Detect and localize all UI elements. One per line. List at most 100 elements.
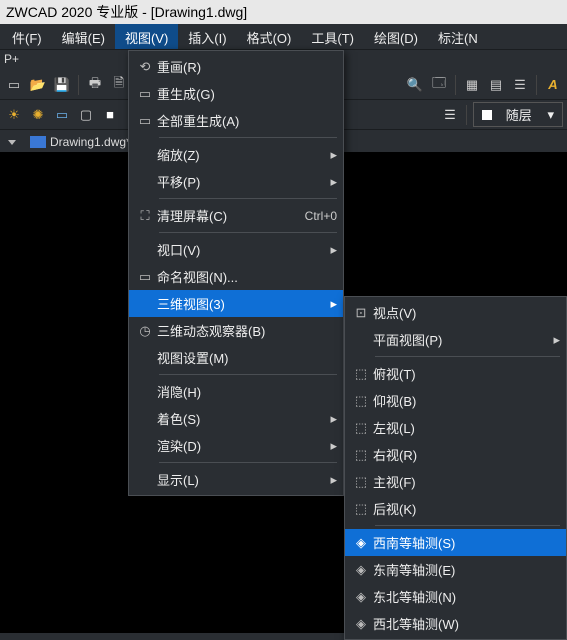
menu-file[interactable]: 件(F) <box>2 24 52 49</box>
iso-se-icon: ◈ <box>349 560 373 580</box>
menu-render[interactable]: 渲染(D) ▸ <box>129 432 343 459</box>
freeze-icon[interactable]: ▢ <box>76 105 96 125</box>
menu-regenall[interactable]: ▭ 全部重生成(A) <box>129 107 343 134</box>
print-icon[interactable]: 🖶 <box>85 75 105 95</box>
refresh-icon: ⟲ <box>133 57 157 77</box>
menu-cleanscreen[interactable]: ⛶ 清理屏幕(C) Ctrl+0 <box>129 202 343 229</box>
menu-display[interactable]: 显示(L) ▸ <box>129 466 343 493</box>
title-text: ZWCAD 2020 专业版 - [Drawing1.dwg] <box>6 4 247 20</box>
submenu-arrow-icon: ▸ <box>323 147 337 163</box>
menu-separator <box>159 374 337 375</box>
sun-icon[interactable]: ☀ <box>4 105 24 125</box>
menu-hide[interactable]: 消隐(H) <box>129 378 343 405</box>
viewpoint-icon: ⊡ <box>349 303 373 323</box>
3dviews-submenu: ⊡ 视点(V) 平面视图(P) ▸ ⬚ 俯视(T) ⬚ 仰视(B) ⬚ 左视(L… <box>344 296 567 640</box>
layer-dropdown-label: 随层 <box>506 105 532 124</box>
regen-icon: ▭ <box>133 84 157 104</box>
menu-tools[interactable]: 工具(T) <box>301 24 364 49</box>
menu-separator <box>375 525 560 526</box>
menu-separator <box>159 462 337 463</box>
menu-separator <box>375 356 560 357</box>
menu-sw-isometric[interactable]: ◈ 西南等轴测(S) <box>345 529 566 556</box>
separator <box>455 75 456 95</box>
layers-stack-icon[interactable]: ☰ <box>440 105 460 125</box>
menu-view[interactable]: 视图(V) <box>115 24 178 49</box>
cube-right-icon: ⬚ <box>349 445 373 465</box>
list-icon[interactable]: ☰ <box>510 75 530 95</box>
menu-bottomview[interactable]: ⬚ 仰视(B) <box>345 387 566 414</box>
menu-separator <box>159 232 337 233</box>
cube-back-icon: ⬚ <box>349 499 373 519</box>
submenu-arrow-icon: ▸ <box>323 411 337 427</box>
menu-planview[interactable]: 平面视图(P) ▸ <box>345 326 566 353</box>
iso-ne-icon: ◈ <box>349 587 373 607</box>
new-icon[interactable]: ▭ <box>4 75 24 95</box>
submenu-arrow-icon: ▸ <box>323 472 337 488</box>
menu-frontview[interactable]: ⬚ 主视(F) <box>345 468 566 495</box>
menu-redraw[interactable]: ⟲ 重画(R) <box>129 53 343 80</box>
submenu-arrow-icon: ▸ <box>323 296 337 312</box>
doc-tab-label: Drawing1.dwg* <box>50 135 131 149</box>
menu-se-isometric[interactable]: ◈ 东南等轴测(E) <box>345 556 566 583</box>
menu-separator <box>159 137 337 138</box>
menu-separator <box>159 198 337 199</box>
submenu-arrow-icon: ▸ <box>323 242 337 258</box>
expand-icon[interactable] <box>8 140 16 145</box>
ribbon-tab-pp[interactable]: P+ <box>4 52 19 66</box>
menu-draw[interactable]: 绘图(D) <box>364 24 428 49</box>
save-icon[interactable]: 💾 <box>52 75 72 95</box>
menu-backview[interactable]: ⬚ 后视(K) <box>345 495 566 522</box>
cube-front-icon: ⬚ <box>349 472 373 492</box>
menu-zoom[interactable]: 缩放(Z) ▸ <box>129 141 343 168</box>
menu-rightview[interactable]: ⬚ 右视(R) <box>345 441 566 468</box>
iso-sw-icon: ◈ <box>349 533 373 553</box>
dwg-icon <box>30 136 46 148</box>
orbit-icon: ◷ <box>133 321 157 341</box>
menu-topview[interactable]: ⬚ 俯视(T) <box>345 360 566 387</box>
menu-viewsettings[interactable]: 视图设置(M) <box>129 344 343 371</box>
menu-namedviews[interactable]: ▭ 命名视图(N)... <box>129 263 343 290</box>
menu-pan[interactable]: 平移(P) ▸ <box>129 168 343 195</box>
open-icon[interactable]: 📂 <box>28 75 48 95</box>
submenu-arrow-icon: ▸ <box>323 438 337 454</box>
separator <box>78 75 79 95</box>
layer-icon[interactable]: ▭ <box>52 105 72 125</box>
menu-bar: 件(F) 编辑(E) 视图(V) 插入(I) 格式(O) 工具(T) 绘图(D)… <box>0 24 567 50</box>
submenu-arrow-icon: ▸ <box>323 174 337 190</box>
expand-icon: ⛶ <box>133 206 157 226</box>
menu-viewports[interactable]: 视口(V) ▸ <box>129 236 343 263</box>
find-icon[interactable]: 🔍 <box>405 75 425 95</box>
menu-leftview[interactable]: ⬚ 左视(L) <box>345 414 566 441</box>
color-swatch-icon <box>482 110 492 120</box>
color-icon[interactable]: ■ <box>100 105 120 125</box>
tool-icon[interactable]: 🗔 <box>429 75 449 95</box>
separator <box>466 105 467 125</box>
namedview-icon: ▭ <box>133 267 157 287</box>
cube-top-icon: ⬚ <box>349 364 373 384</box>
menu-viewpoint[interactable]: ⊡ 视点(V) <box>345 299 566 326</box>
gear-icon[interactable]: ✺ <box>28 105 48 125</box>
title-bar: ZWCAD 2020 专业版 - [Drawing1.dwg] <box>0 0 567 24</box>
grid-icon[interactable]: ▤ <box>486 75 506 95</box>
document-tab[interactable]: Drawing1.dwg* <box>20 132 141 152</box>
cube-left-icon: ⬚ <box>349 418 373 438</box>
view-dropdown-menu: ⟲ 重画(R) ▭ 重生成(G) ▭ 全部重生成(A) 缩放(Z) ▸ 平移(P… <box>128 50 344 496</box>
layer-dropdown[interactable]: 随层 ▾ <box>473 102 563 127</box>
separator <box>536 75 537 95</box>
regenall-icon: ▭ <box>133 111 157 131</box>
menu-format[interactable]: 格式(O) <box>237 24 302 49</box>
submenu-arrow-icon: ▸ <box>546 332 560 348</box>
window-icon[interactable]: ▦ <box>462 75 482 95</box>
menu-shade[interactable]: 着色(S) ▸ <box>129 405 343 432</box>
text-style-icon[interactable]: A <box>543 75 563 95</box>
preview-icon[interactable]: 🗎 <box>109 75 129 95</box>
chevron-down-icon: ▾ <box>547 107 554 123</box>
menu-ne-isometric[interactable]: ◈ 东北等轴测(N) <box>345 583 566 610</box>
menu-3dorbit[interactable]: ◷ 三维动态观察器(B) <box>129 317 343 344</box>
menu-3dviews[interactable]: 三维视图(3) ▸ <box>129 290 343 317</box>
menu-dim[interactable]: 标注(N <box>428 24 488 49</box>
menu-regen[interactable]: ▭ 重生成(G) <box>129 80 343 107</box>
cube-bottom-icon: ⬚ <box>349 391 373 411</box>
menu-edit[interactable]: 编辑(E) <box>52 24 115 49</box>
menu-insert[interactable]: 插入(I) <box>178 24 236 49</box>
